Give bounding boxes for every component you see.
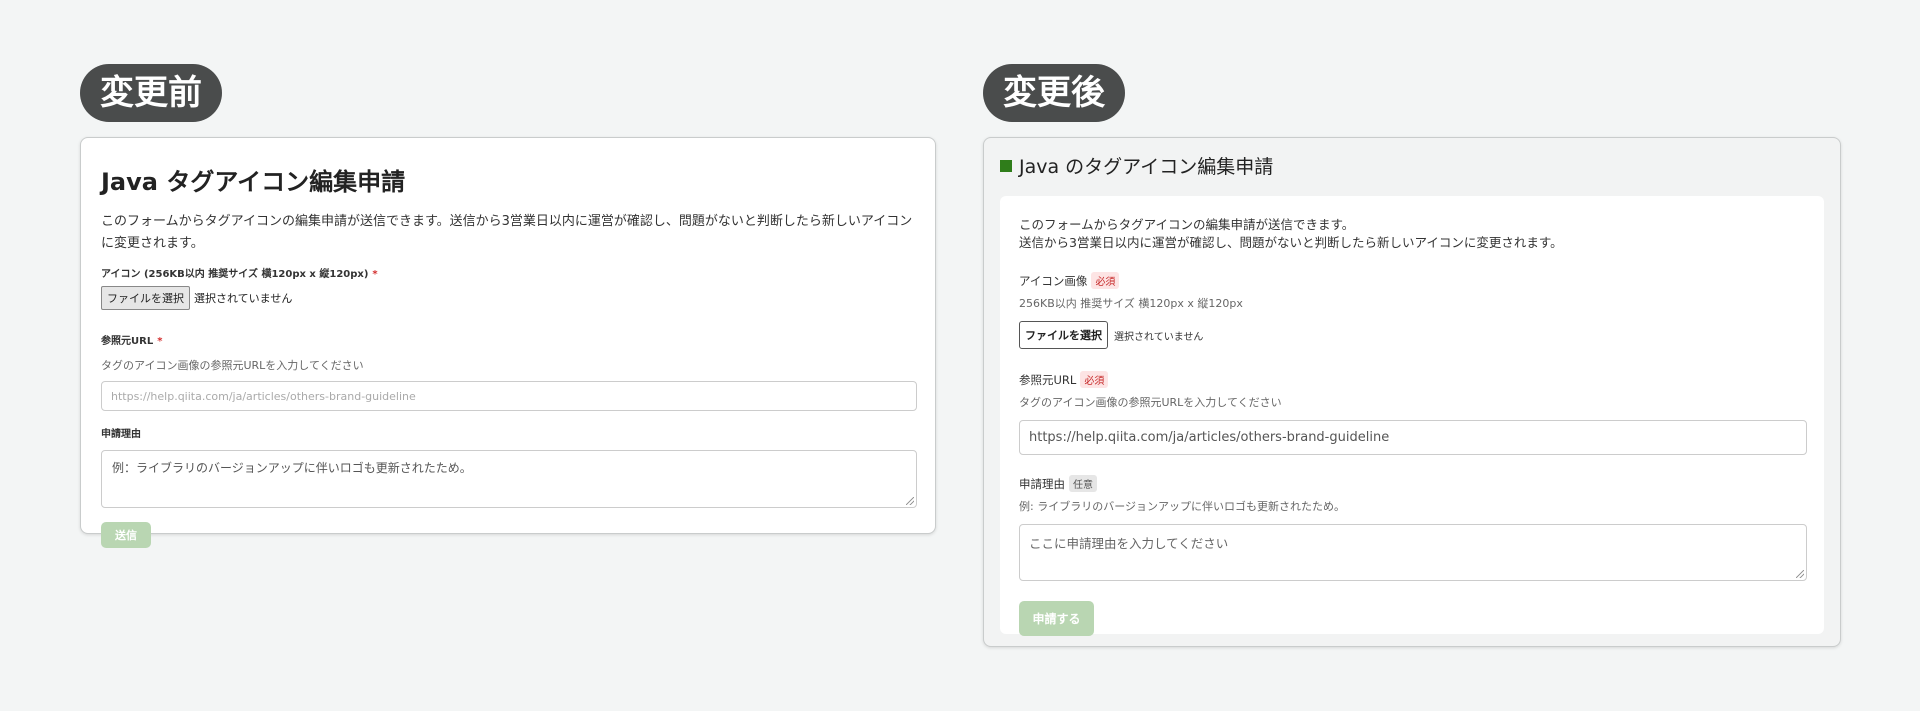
submit-button[interactable]: 申請する [1019, 601, 1094, 636]
url-input[interactable]: https://help.qiita.com/ja/articles/other… [1019, 420, 1807, 455]
before-form-card: Java タグアイコン編集申請 このフォームからタグアイコンの編集申請が送信でき… [80, 137, 936, 548]
icon-field-label: アイコン画像 必須 [1019, 272, 1805, 289]
before-label-pill: 変更前 [80, 64, 222, 122]
required-mark: * [372, 269, 378, 280]
form-header: Java のタグアイコン編集申請 [1000, 152, 1273, 179]
reason-field-label: 申請理由 [101, 429, 141, 440]
reason-textarea[interactable]: 例：ライブラリのバージョンアップに伴いロゴも更新されたため。 [101, 450, 917, 508]
square-icon [1000, 159, 1012, 172]
reason-textarea[interactable]: ここに申請理由を入力してください [1019, 524, 1807, 581]
icon-help-text: 256KB以内 推奨サイズ 横120px x 縦120px [1019, 297, 1243, 310]
required-mark: * [157, 336, 163, 347]
choose-file-button[interactable]: ファイルを選択 [1019, 321, 1108, 349]
icon-file-input: ファイルを選択 選択されていません [1019, 321, 1805, 349]
url-help-text: タグのアイコン画像の参照元URLを入力してください [1019, 396, 1282, 409]
form-body: このフォームからタグアイコンの編集申請が送信できます。 送信から3営業日以内に運… [1000, 196, 1824, 636]
file-status: 選択されていません [194, 292, 293, 305]
choose-file-button[interactable]: ファイルを選択 [101, 286, 190, 310]
description-line: このフォームからタグアイコンの編集申請が送信できます。 [1019, 217, 1355, 232]
url-help-text: タグのアイコン画像の参照元URLを入力してください [101, 359, 364, 372]
url-field-label: 参照元URL * [101, 336, 163, 347]
after-label-pill: 変更後 [983, 64, 1125, 122]
icon-file-input: ファイルを選択 選択されていません [101, 286, 915, 310]
form-title: Java タグアイコン編集申請 [101, 168, 406, 196]
description-line: 送信から3営業日以内に運営が確認し、問題がないと判断したら新しいアイコンに変更さ… [1019, 235, 1563, 250]
resize-handle-icon[interactable] [1796, 570, 1804, 578]
reason-help-text: 例: ライブラリのバージョンアップに伴いロゴも更新されたため。 [1019, 500, 1345, 513]
reason-field-label: 申請理由 任意 [1019, 475, 1805, 492]
url-input[interactable]: https://help.qiita.com/ja/articles/other… [101, 381, 917, 411]
required-badge: 必須 [1091, 272, 1120, 289]
after-form-card: Java のタグアイコン編集申請 このフォームからタグアイコンの編集申請が送信で… [983, 137, 1841, 647]
required-badge: 必須 [1080, 371, 1109, 388]
reason-placeholder: 例：ライブラリのバージョンアップに伴いロゴも更新されたため。 [112, 461, 472, 475]
optional-badge: 任意 [1069, 475, 1097, 492]
file-status: 選択されていません [1114, 331, 1204, 343]
form-description: このフォームからタグアイコンの編集申請が送信できます。 送信から3営業日以内に運… [1019, 216, 1805, 252]
icon-field-label: アイコン (256KB以内 推奨サイズ 横120px x 縦120px) * [101, 269, 378, 280]
reason-placeholder: ここに申請理由を入力してください [1029, 536, 1229, 551]
resize-handle-icon[interactable] [906, 497, 914, 505]
submit-button[interactable]: 送信 [101, 522, 151, 548]
form-description: このフォームからタグアイコンの編集申請が送信できます。送信から3営業日以内に運営… [101, 214, 913, 251]
form-title: Java のタグアイコン編集申請 [1019, 156, 1274, 178]
url-field-label: 参照元URL 必須 [1019, 371, 1805, 388]
